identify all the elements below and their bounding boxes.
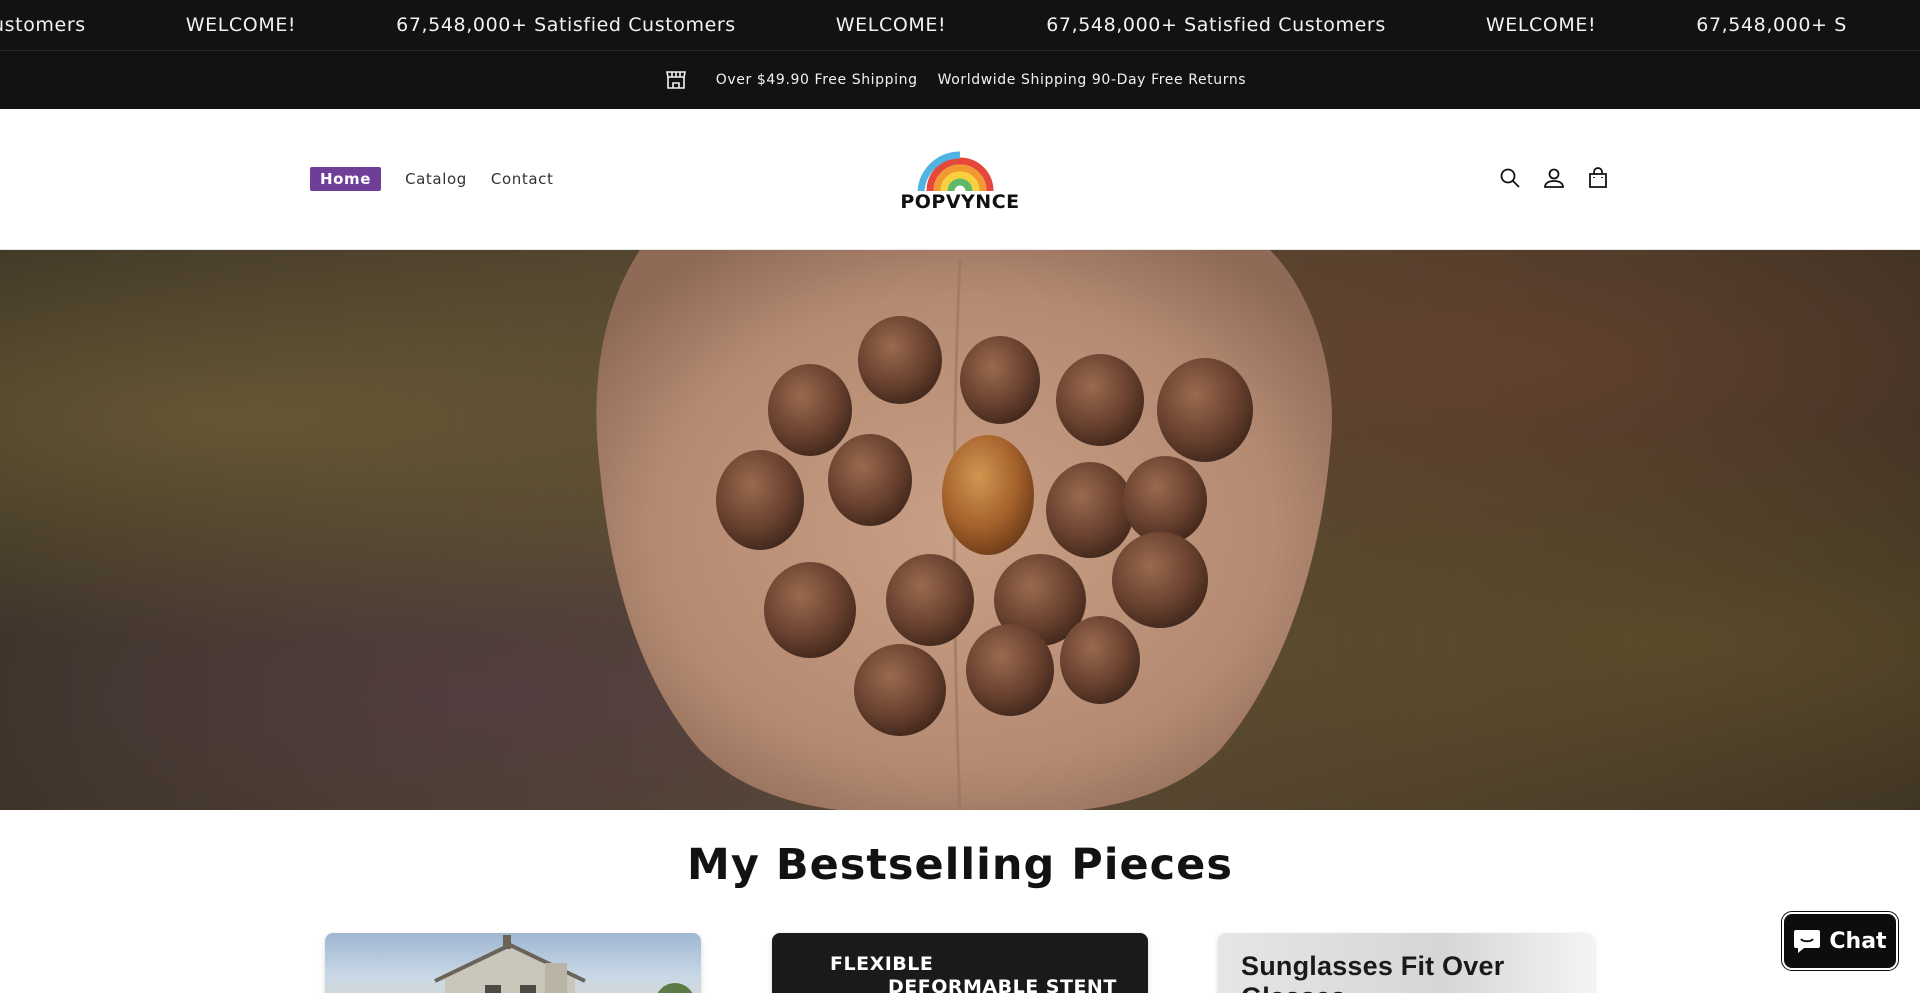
- logo-text: POPVYNCE: [900, 191, 1020, 213]
- nav-contact[interactable]: Contact: [491, 166, 554, 192]
- cart-icon[interactable]: [1585, 165, 1611, 191]
- chat-button[interactable]: Chat: [1782, 912, 1898, 970]
- marquee-track: ustomers WELCOME! 67,548,000+ Satisfied …: [0, 0, 1920, 50]
- marquee-item: 67,548,000+ S: [1696, 14, 1847, 36]
- chat-bubble-icon: [1793, 928, 1821, 954]
- marquee-item: WELCOME!: [1485, 14, 1597, 36]
- store-icon: [664, 68, 688, 92]
- marquee-item: ustomers: [0, 14, 86, 36]
- product-image-text: Sunglasses Fit Over Glasses: [1241, 951, 1505, 993]
- chat-label: Chat: [1829, 928, 1887, 954]
- marquee-item: 67,548,000+ Satisfied Customers: [396, 14, 736, 36]
- site-header: Home Catalog Contact POPVYNCE: [0, 109, 1920, 250]
- hero-image: [0, 250, 1920, 810]
- marquee-item: WELCOME!: [185, 14, 297, 36]
- main-nav: Home Catalog Contact: [310, 166, 577, 192]
- marquee-item: 67,548,000+ Satisfied Customers: [1046, 14, 1386, 36]
- acorns-in-hands-image: [596, 250, 1332, 810]
- header-icons: [1497, 165, 1629, 191]
- product-card[interactable]: FLEXIBLE DEFORMABLE STENT: [772, 933, 1148, 993]
- product-card[interactable]: [325, 933, 701, 993]
- product-image-text-line2: DEFORMABLE STENT: [888, 976, 1117, 993]
- shipping-bar: Over $49.90 Free Shipping Worldwide Ship…: [0, 50, 1920, 109]
- announcement-marquee: ustomers WELCOME! 67,548,000+ Satisfied …: [0, 0, 1920, 50]
- nav-home[interactable]: Home: [310, 167, 382, 191]
- site-logo[interactable]: POPVYNCE: [900, 139, 1020, 219]
- shipping-left-text: Over $49.90 Free Shipping: [715, 72, 918, 88]
- marquee-item: WELCOME!: [835, 14, 947, 36]
- product-card[interactable]: Sunglasses Fit Over Glasses: [1218, 933, 1594, 993]
- rainbow-logo-icon: [917, 151, 994, 192]
- account-icon[interactable]: [1541, 165, 1567, 191]
- house-image: [434, 935, 693, 993]
- search-icon[interactable]: [1497, 165, 1523, 191]
- product-image-text-line1: FLEXIBLE: [830, 953, 934, 975]
- product-image-text: FLEXIBLE DEFORMABLE STENT: [830, 953, 1117, 993]
- shipping-right-text: Worldwide Shipping 90-Day Free Returns: [937, 72, 1247, 88]
- section-title: My Bestselling Pieces: [687, 840, 1233, 890]
- nav-catalog[interactable]: Catalog: [405, 166, 467, 192]
